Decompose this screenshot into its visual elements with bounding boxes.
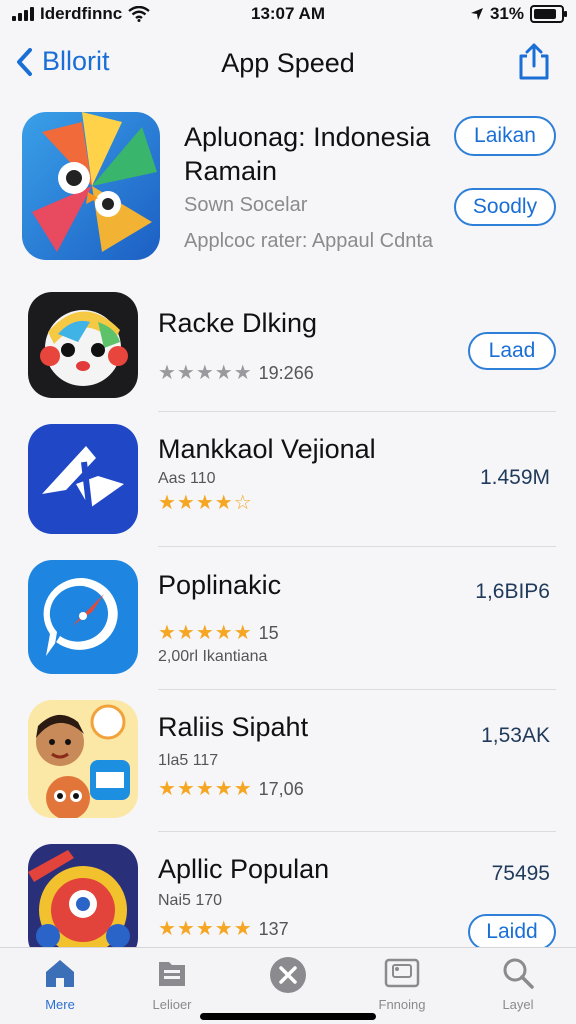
app-name: Poplinakic xyxy=(158,570,282,600)
featured-app[interactable]: Apluonag: Indonesia Ramain Sown Socelar … xyxy=(0,108,576,268)
list-item[interactable]: Racke Dlking ★★★★★ 19:266 Laad xyxy=(0,290,576,400)
search-icon xyxy=(503,958,534,989)
status-bar: Iderdfinnc 13:07 AM 31% xyxy=(0,0,576,28)
divider xyxy=(158,411,556,412)
list-item[interactable]: Raliis Sipaht 1la5 117 ★★★★★ 17,06 1,53AK xyxy=(0,700,576,824)
divider xyxy=(158,831,556,832)
list-item[interactable]: Poplinakic ★★★★★ 15 2,00rl Ikantiana 1,6B… xyxy=(0,560,576,678)
app-name: Raliis Sipaht xyxy=(158,712,309,742)
app-size: 75495 xyxy=(491,862,550,885)
photo-frame-icon xyxy=(384,958,420,988)
app-subtitle: Nai5 170 xyxy=(158,892,223,909)
list-item[interactable]: Mankkaol Vejional Aas 110 ★★★★☆ 1.459M xyxy=(0,424,576,536)
rating-stars: ★★★★★ xyxy=(158,778,253,800)
nav-bar: Bllorit App Speed xyxy=(0,36,576,92)
list-item[interactable]: Apllic Populan Nai5 170 ★★★★★ 137 75495 L… xyxy=(0,844,576,950)
app-rating: ★★★★☆ xyxy=(158,490,253,515)
app-name: Apllic Populan xyxy=(158,854,330,884)
rating-stars: ★★★★★ xyxy=(158,362,253,384)
get-button[interactable]: Laad xyxy=(468,332,556,370)
tab-home[interactable]: Mere xyxy=(10,956,110,1012)
featured-caption: Applcoc rater: Appaul Cdnta xyxy=(184,230,434,252)
home-icon xyxy=(46,960,74,987)
battery-icon xyxy=(530,5,567,23)
home-indicator xyxy=(200,1013,376,1020)
tab-label: Lelioer xyxy=(152,997,192,1012)
app-icon xyxy=(28,292,138,398)
app-subtitle: Aas 110 xyxy=(158,470,216,487)
app-subtitle: 2,00rl Ikantiana xyxy=(158,648,268,665)
app-rating: ★★★★★ 19:266 xyxy=(158,360,314,385)
app-size: 1.459M xyxy=(479,466,550,489)
divider xyxy=(158,689,556,690)
tab-library[interactable]: Lelioer xyxy=(122,956,222,1012)
app-icon xyxy=(28,844,138,950)
close-icon xyxy=(270,957,306,993)
battery-percent: 31% xyxy=(489,4,524,23)
status-right: 31% xyxy=(470,4,567,24)
tab-close[interactable] xyxy=(238,956,338,1001)
rating-stars: ★★★★★ xyxy=(158,918,253,940)
app-size: 1,6BIP6 xyxy=(475,580,550,603)
app-icon xyxy=(28,424,138,534)
rating-stars: ★★★★★ xyxy=(158,622,253,644)
app-rating: ★★★★★ 17,06 xyxy=(158,776,304,801)
featured-title: Apluonag: Indonesia Ramain xyxy=(184,120,444,188)
app-icon xyxy=(28,560,138,674)
tab-bar: Mere Lelioer Fnnoing Layel xyxy=(0,947,576,1024)
featured-subtitle: Sown Socelar xyxy=(184,194,308,216)
tab-label: Fnnoing xyxy=(378,997,426,1012)
get-button[interactable]: Laidd xyxy=(468,914,556,950)
page-title: App Speed xyxy=(221,48,355,78)
featured-app-icon[interactable] xyxy=(22,112,160,260)
tab-trending[interactable]: Fnnoing xyxy=(352,956,452,1012)
app-rating: ★★★★★ 15 xyxy=(158,620,279,645)
share-button[interactable] xyxy=(516,42,552,87)
rating-count: 15 xyxy=(258,623,279,643)
tab-label: Layel xyxy=(502,997,534,1012)
share-icon xyxy=(519,43,549,80)
app-subtitle: 1la5 117 xyxy=(158,752,219,769)
tab-label: Mere xyxy=(45,997,75,1012)
rating-count: 19:266 xyxy=(258,363,314,383)
folder-icon xyxy=(159,962,185,986)
app-size: 1,53AK xyxy=(481,724,550,747)
app-icon xyxy=(28,700,138,818)
featured-secondary-button[interactable]: Soodly xyxy=(454,188,556,226)
app-rating: ★★★★★ 137 xyxy=(158,916,289,941)
app-name: Mankkaol Vejional xyxy=(158,434,376,464)
tab-search[interactable]: Layel xyxy=(468,956,568,1012)
location-icon xyxy=(470,8,483,20)
featured-title-line1: Apluonag: Indonesia xyxy=(184,122,431,152)
app-name: Racke Dlking xyxy=(158,308,318,338)
rating-count: 17,06 xyxy=(258,779,304,799)
featured-primary-button[interactable]: Laikan xyxy=(454,116,556,156)
rating-stars: ★★★★☆ xyxy=(158,492,253,514)
divider xyxy=(158,546,556,547)
featured-title-line2: Ramain xyxy=(184,156,278,186)
rating-count: 137 xyxy=(258,919,289,939)
